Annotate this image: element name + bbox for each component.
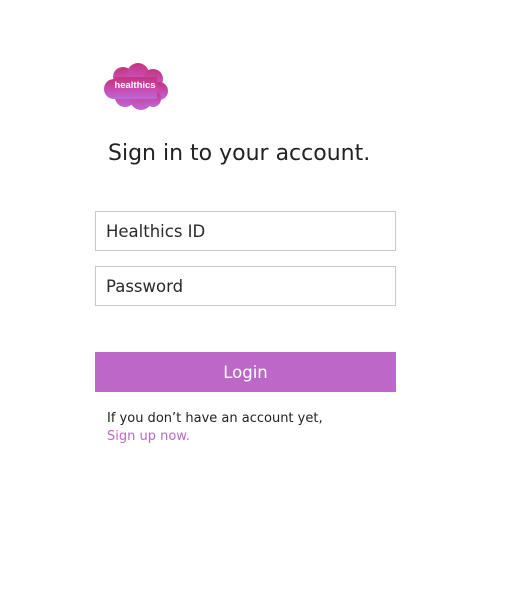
password-input[interactable] — [96, 267, 395, 305]
healthics-logo: healthics — [103, 63, 169, 111]
healthics-id-input[interactable] — [96, 212, 395, 250]
password-field-box — [95, 266, 396, 306]
logo-wordmark: healthics — [114, 80, 156, 91]
signup-link[interactable]: Sign up now. — [107, 429, 190, 444]
login-button[interactable]: Login — [95, 352, 396, 392]
healthics-id-field-box — [95, 211, 396, 251]
signup-prompt-text: If you don’t have an account yet, — [107, 411, 323, 426]
page-title: Sign in to your account. — [108, 141, 371, 166]
